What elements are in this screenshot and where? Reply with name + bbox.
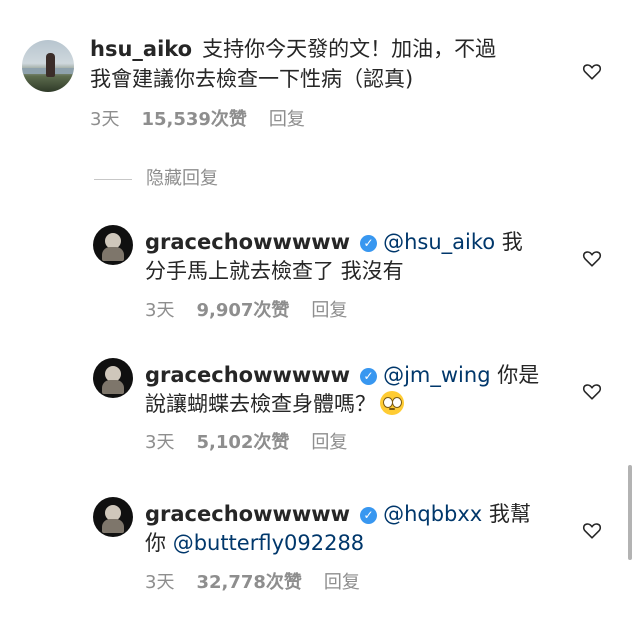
verified-badge-icon: ✓: [360, 368, 378, 385]
like-count[interactable]: 5,102次赞: [196, 432, 289, 453]
reply-text: gracechowwwww ✓ @hsu_aiko 我: [145, 227, 523, 257]
heart-outline-icon[interactable]: [581, 380, 603, 402]
like-count[interactable]: 32,778次赞: [196, 572, 301, 593]
reply-text-line2: 你 @butterfly092288: [145, 528, 364, 558]
avatar[interactable]: [93, 225, 133, 265]
comment-body-line1: 支持你今天發的文！加油，不過: [202, 37, 497, 61]
reply-time[interactable]: 3天: [145, 432, 174, 453]
reply-username[interactable]: gracechowwwww: [145, 363, 350, 387]
reply-body-line2: 分手馬上就去檢查了 我沒有: [145, 259, 404, 283]
heart-outline-icon[interactable]: [581, 247, 603, 269]
avatar[interactable]: [22, 40, 74, 92]
reply-time[interactable]: 3天: [145, 572, 174, 593]
reply-body-line1: 你是: [497, 363, 540, 387]
reply-button[interactable]: 回复: [324, 572, 360, 593]
reply-body-line2: 說讓蝴蝶去檢查身體嗎？: [145, 392, 376, 416]
reply-body-line1: 我: [501, 230, 523, 254]
reply-time[interactable]: 3天: [145, 300, 174, 321]
avatar[interactable]: [93, 358, 133, 398]
mention-link[interactable]: @hsu_aiko: [383, 230, 495, 254]
reply-meta: 3天 9,907次赞 回复: [145, 296, 369, 322]
reply-text-line2: 分手馬上就去檢查了 我沒有: [145, 256, 404, 286]
verified-badge-icon: ✓: [360, 507, 378, 524]
scrollbar[interactable]: [628, 465, 632, 560]
comment-text: hsu_aiko 支持你今天發的文！加油，不過: [90, 34, 496, 64]
like-count[interactable]: 9,907次赞: [196, 300, 289, 321]
mention-link[interactable]: @hqbbxx: [383, 502, 482, 526]
reply-username[interactable]: gracechowwwww: [145, 230, 350, 254]
heart-outline-icon[interactable]: [581, 60, 603, 82]
hide-replies-toggle[interactable]: 隐藏回复: [94, 164, 218, 190]
like-count[interactable]: 15,539次赞: [141, 109, 246, 130]
mention-link[interactable]: @jm_wing: [383, 363, 490, 387]
reply-button[interactable]: 回复: [311, 432, 347, 453]
hide-replies-label[interactable]: 隐藏回复: [146, 168, 218, 189]
mention-link[interactable]: @butterfly092288: [173, 531, 364, 555]
reply-text: gracechowwwww ✓ @hqbbxx 我幫: [145, 499, 531, 529]
comment-meta: 3天 15,539次赞 回复: [90, 105, 327, 131]
divider-line: [94, 178, 132, 180]
rolling-eyes-emoji-icon: [380, 391, 404, 415]
reply-text: gracechowwwww ✓ @jm_wing 你是: [145, 360, 539, 390]
reply-meta: 3天 5,102次赞 回复: [145, 428, 369, 454]
reply-body-line2-prefix: 你: [145, 531, 166, 555]
reply-button[interactable]: 回复: [269, 109, 305, 130]
reply-meta: 3天 32,778次赞 回复: [145, 568, 382, 594]
comment-body-line2: 我會建議你去檢查一下性病（認真): [90, 67, 414, 91]
reply-text-line2: 說讓蝴蝶去檢查身體嗎？: [145, 389, 404, 419]
avatar[interactable]: [93, 497, 133, 537]
reply-username[interactable]: gracechowwwww: [145, 502, 350, 526]
heart-outline-icon[interactable]: [581, 519, 603, 541]
comment-username[interactable]: hsu_aiko: [90, 37, 192, 61]
reply-body-line1: 我幫: [488, 502, 531, 526]
comment-text-line2: 我會建議你去檢查一下性病（認真): [90, 64, 413, 94]
reply-button[interactable]: 回复: [311, 300, 347, 321]
verified-badge-icon: ✓: [360, 235, 378, 252]
comment-time[interactable]: 3天: [90, 109, 119, 130]
